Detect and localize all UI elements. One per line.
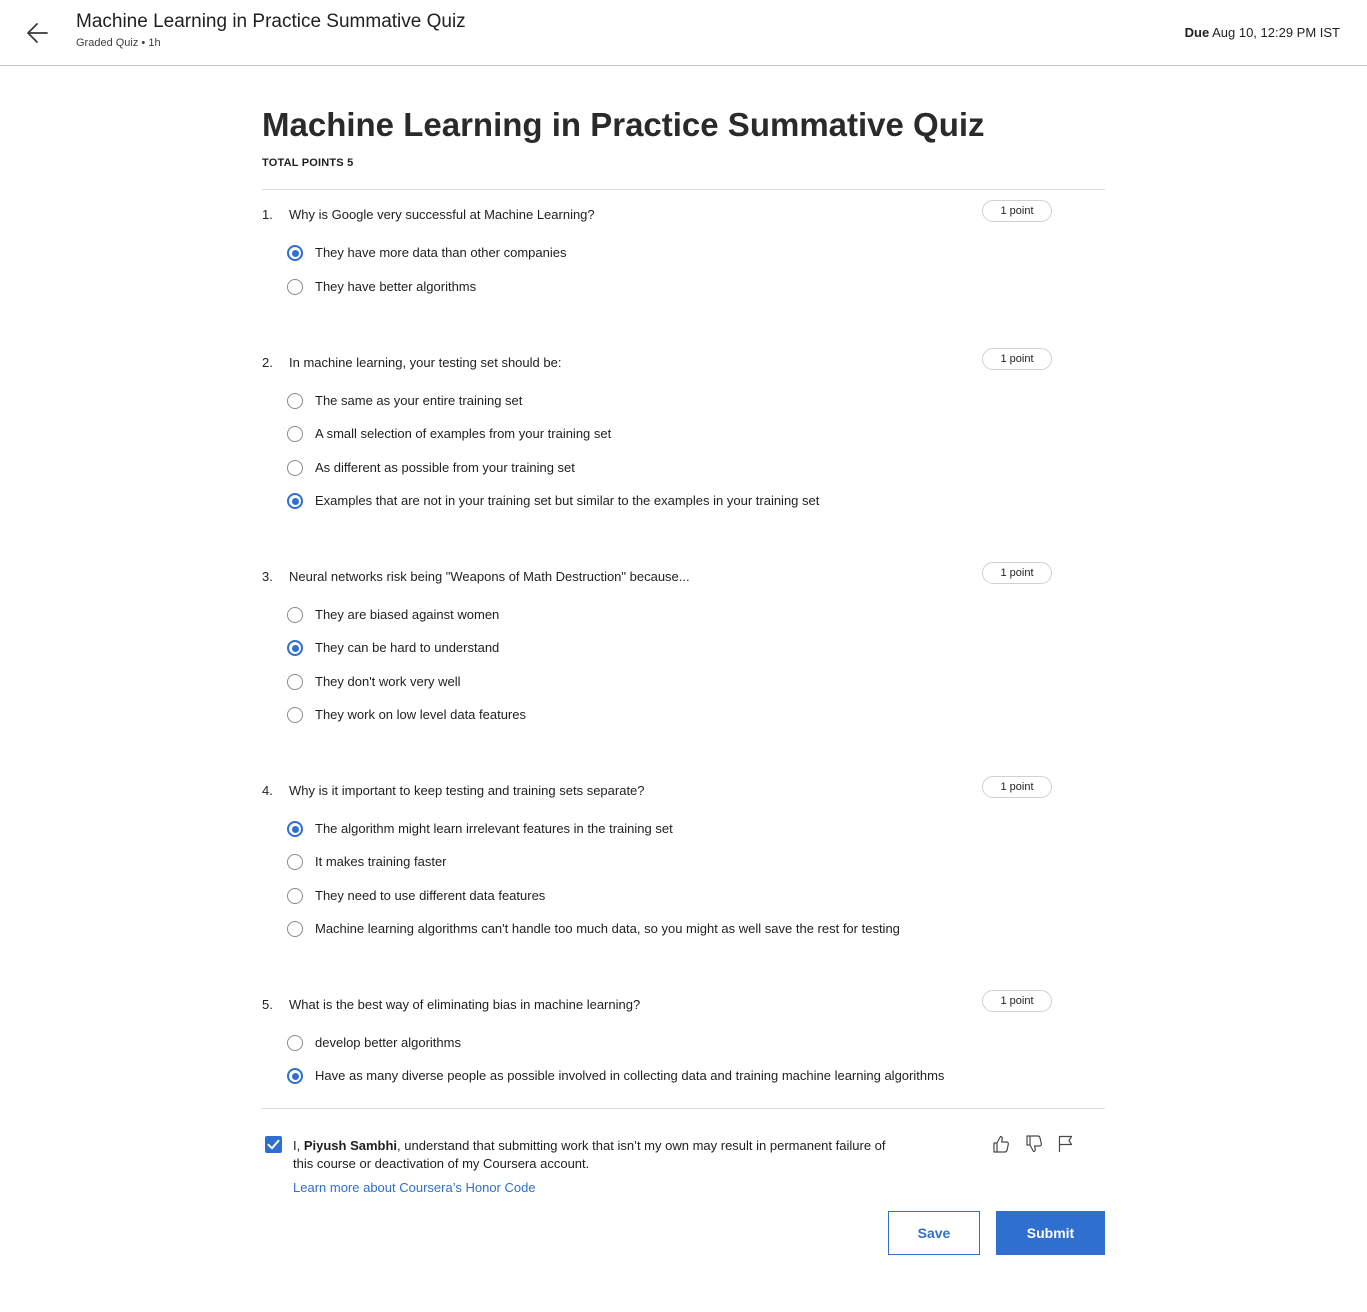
radio-button[interactable] <box>287 393 303 409</box>
answer-option[interactable]: Machine learning algorithms can't handle… <box>287 920 1047 942</box>
top-bar: Machine Learning in Practice Summative Q… <box>0 0 1367 66</box>
radio-button[interactable] <box>287 921 303 937</box>
due-date: Due Aug 10, 12:29 PM IST <box>1185 25 1340 40</box>
answer-option[interactable]: They have better algorithms <box>287 278 1047 300</box>
radio-button[interactable] <box>287 640 303 656</box>
checkmark-icon <box>267 1139 280 1150</box>
question-number: 2. <box>262 355 273 370</box>
honor-prefix: I, <box>293 1138 304 1153</box>
radio-button[interactable] <box>287 279 303 295</box>
radio-button[interactable] <box>287 674 303 690</box>
answer-label: They can be hard to understand <box>315 640 500 655</box>
radio-button[interactable] <box>287 888 303 904</box>
thumbs-up-icon[interactable] <box>990 1133 1012 1155</box>
answer-label: The algorithm might learn irrelevant fea… <box>315 821 673 836</box>
points-badge: 1 point <box>982 776 1052 798</box>
back-arrow-icon[interactable] <box>22 18 54 48</box>
question-number: 1. <box>262 207 273 222</box>
question-text: Why is Google very successful at Machine… <box>289 207 595 222</box>
radio-button[interactable] <box>287 1068 303 1084</box>
radio-button[interactable] <box>287 245 303 261</box>
divider <box>262 1108 1105 1109</box>
answer-option[interactable]: They have more data than other companies <box>287 244 1047 266</box>
flag-icon[interactable] <box>1055 1133 1077 1155</box>
learner-name: Piyush Sambhi <box>303 1138 398 1153</box>
answer-option[interactable]: They need to use different data features <box>287 887 1047 909</box>
radio-button[interactable] <box>287 460 303 476</box>
answer-option[interactable]: They are biased against women <box>287 606 1047 628</box>
question-text: Why is it important to keep testing and … <box>289 783 645 798</box>
answer-label: Have as many diverse people as possible … <box>315 1068 945 1083</box>
question-text: Neural networks risk being "Weapons of M… <box>289 569 690 584</box>
answer-option[interactable]: The same as your entire training set <box>287 392 1047 414</box>
honor-checkbox[interactable] <box>265 1136 282 1153</box>
answer-option[interactable]: It makes training faster <box>287 853 1047 875</box>
answer-label: As different as possible from your train… <box>315 460 575 475</box>
answer-label: They are biased against women <box>315 607 500 622</box>
answer-option[interactable]: They work on low level data features <box>287 706 1047 728</box>
answer-option[interactable]: They can be hard to understand <box>287 639 1047 661</box>
question-number: 3. <box>262 569 273 584</box>
question-text: In machine learning, your testing set sh… <box>289 355 562 370</box>
answer-option[interactable]: develop better algorithms <box>287 1034 1047 1056</box>
honor-statement: I, Piyush Sambhi, understand that submit… <box>293 1137 893 1173</box>
answer-label: They have more data than other companies <box>315 245 567 260</box>
save-button[interactable]: Save <box>888 1211 980 1255</box>
thumbs-down-icon[interactable] <box>1023 1133 1045 1155</box>
answer-option[interactable]: The algorithm might learn irrelevant fea… <box>287 820 1047 842</box>
points-badge: 1 point <box>982 562 1052 584</box>
quiz-title: Machine Learning in Practice Summative Q… <box>262 106 985 143</box>
answer-label: Machine learning algorithms can't handle… <box>315 921 900 936</box>
radio-button[interactable] <box>287 821 303 837</box>
radio-button[interactable] <box>287 707 303 723</box>
submit-button[interactable]: Submit <box>996 1211 1105 1255</box>
question-number: 4. <box>262 783 273 798</box>
points-badge: 1 point <box>982 348 1052 370</box>
honor-code-link[interactable]: Learn more about Coursera’s Honor Code <box>293 1180 536 1195</box>
radio-button[interactable] <box>287 426 303 442</box>
answer-option[interactable]: As different as possible from your train… <box>287 459 1047 481</box>
divider <box>262 189 1105 190</box>
answer-label: They have better algorithms <box>315 279 477 294</box>
answer-label: develop better algorithms <box>315 1035 461 1050</box>
question-number: 5. <box>262 997 273 1012</box>
points-badge: 1 point <box>982 990 1052 1012</box>
answer-label: They work on low level data features <box>315 707 526 722</box>
due-label: Due <box>1184 25 1210 40</box>
answer-label: The same as your entire training set <box>315 393 523 408</box>
points-badge: 1 point <box>982 200 1052 222</box>
header-subtitle: Graded Quiz • 1h <box>76 37 161 49</box>
radio-button[interactable] <box>287 493 303 509</box>
question-text: What is the best way of eliminating bias… <box>289 997 641 1012</box>
answer-option[interactable]: Have as many diverse people as possible … <box>287 1067 1047 1089</box>
answer-label: A small selection of examples from your … <box>315 426 612 441</box>
answer-label: They don't work very well <box>315 674 461 689</box>
answer-option[interactable]: A small selection of examples from your … <box>287 425 1047 447</box>
answer-option[interactable]: Examples that are not in your training s… <box>287 492 1047 514</box>
radio-button[interactable] <box>287 1035 303 1051</box>
total-points: TOTAL POINTS 5 <box>262 157 354 169</box>
answer-option[interactable]: They don't work very well <box>287 673 1047 695</box>
answer-label: They need to use different data features <box>315 888 546 903</box>
radio-button[interactable] <box>287 854 303 870</box>
answer-label: Examples that are not in your training s… <box>315 493 820 508</box>
header-title: Machine Learning in Practice Summative Q… <box>76 11 466 32</box>
radio-button[interactable] <box>287 607 303 623</box>
answer-label: It makes training faster <box>315 854 447 869</box>
due-value: Aug 10, 12:29 PM IST <box>1212 25 1340 40</box>
